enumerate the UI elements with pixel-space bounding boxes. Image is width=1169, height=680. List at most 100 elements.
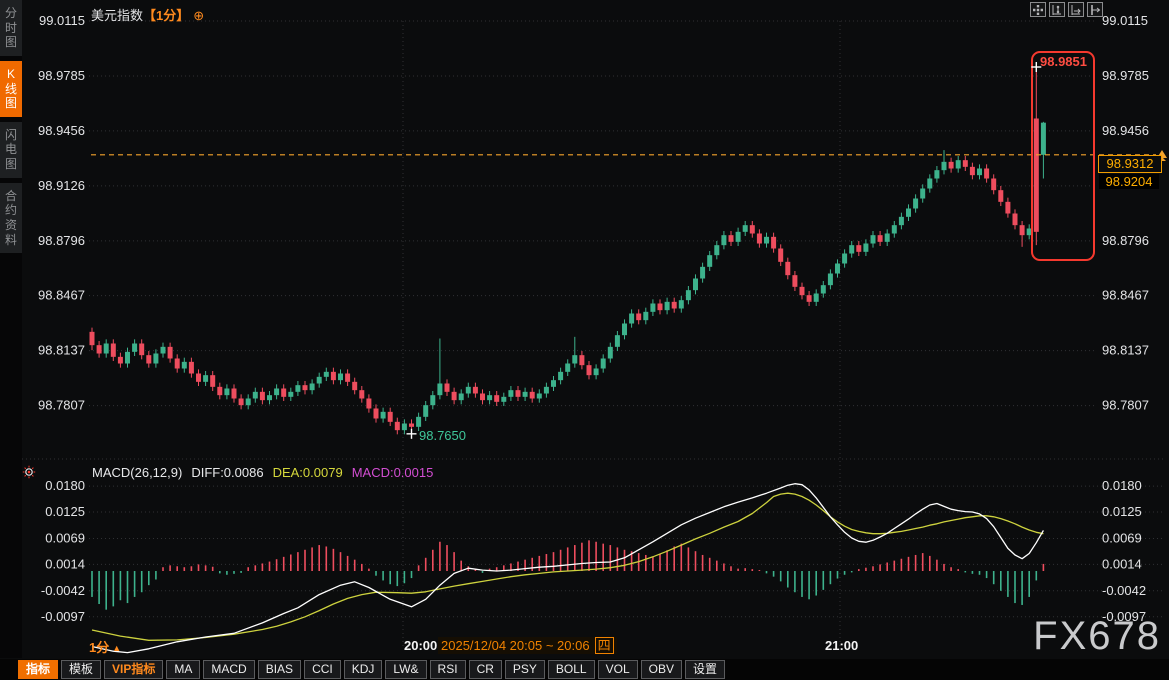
- candle-body: [686, 290, 691, 300]
- scale-horizontal-icon[interactable]: [1068, 2, 1084, 17]
- add-indicator-icon[interactable]: ⊕: [193, 8, 204, 23]
- secondary-price-tag: 98.9204: [1099, 174, 1159, 189]
- sidebar-tab-4[interactable]: 合 约 资 料: [0, 183, 22, 254]
- indicator-toolbar: 指标模板VIP指标MAMACDBIASCCIKDJLW&RSICRPSYBOLL…: [0, 659, 1169, 680]
- candle-body: [565, 364, 570, 372]
- candle-body: [906, 209, 911, 217]
- macd-axis-label-left: 0.0069: [45, 530, 85, 545]
- macd-axis-label-right: 0.0014: [1102, 556, 1142, 571]
- candle-body: [729, 235, 734, 242]
- macd-pane-icon: [25, 475, 26, 476]
- toolbar-button-OBV[interactable]: OBV: [641, 660, 682, 679]
- candle-body: [863, 244, 868, 252]
- candle-body: [303, 385, 308, 390]
- candle-body: [132, 344, 137, 352]
- candle-body: [594, 369, 599, 376]
- price-axis-label-left: 98.8467: [38, 288, 85, 303]
- scale-vertical-icon[interactable]: [1049, 2, 1065, 17]
- candle-body: [445, 384, 450, 392]
- candle-body: [700, 267, 705, 279]
- macd-axis-label-right: -0.0042: [1102, 583, 1146, 598]
- candle-body: [480, 394, 485, 401]
- candle-body: [1034, 119, 1039, 232]
- toolbar-button-VIP指标[interactable]: VIP指标: [104, 660, 163, 679]
- macd-axis-label-left: 0.0180: [45, 478, 85, 493]
- shift-right-icon[interactable]: [1087, 2, 1103, 17]
- price-axis-label-left: 98.8137: [38, 343, 85, 358]
- toolbar-button-设置[interactable]: 设置: [685, 660, 725, 679]
- toolbar-button-RSI[interactable]: RSI: [430, 660, 466, 679]
- toolbar-button-VOL[interactable]: VOL: [598, 660, 638, 679]
- candle-body: [672, 302, 677, 309]
- price-axis-label-right: 98.8137: [1102, 343, 1149, 358]
- toolbar-button-模板[interactable]: 模板: [61, 660, 101, 679]
- candle-body: [771, 237, 776, 249]
- candle-body: [430, 395, 435, 405]
- macd-axis-label-left: -0.0097: [41, 609, 85, 624]
- toolbar-button-CCI[interactable]: CCI: [304, 660, 341, 679]
- candle-body: [1013, 214, 1018, 226]
- interval-tag: 【1分】: [143, 8, 189, 23]
- toolbar-button-MA[interactable]: MA: [166, 660, 200, 679]
- toolbar-button-LW&[interactable]: LW&: [385, 660, 426, 679]
- pan-icon[interactable]: [1030, 2, 1046, 17]
- toolbar-button-MACD[interactable]: MACD: [203, 660, 254, 679]
- toolbar-button-PSY[interactable]: PSY: [505, 660, 545, 679]
- toolbar-button-BOLL[interactable]: BOLL: [548, 660, 595, 679]
- candle-body: [189, 362, 194, 374]
- candle-body: [402, 424, 407, 431]
- candle-body: [714, 245, 719, 255]
- macd-params-label[interactable]: MACD(26,12,9): [92, 465, 182, 480]
- candle-body: [927, 179, 932, 189]
- macd-pane-icon: [28, 471, 31, 474]
- candle-body: [516, 390, 521, 397]
- period-selector[interactable]: 1分▲: [89, 637, 121, 656]
- candle-body: [828, 274, 833, 286]
- price-axis-label-left: 99.0115: [39, 13, 85, 28]
- candle-body: [764, 237, 769, 244]
- high-price-annotation: 98.9851: [1040, 54, 1087, 69]
- candle-body: [295, 385, 300, 392]
- toolbar-button-CR[interactable]: CR: [469, 660, 502, 679]
- sidebar-tab-1[interactable]: 分 时 图: [0, 0, 22, 56]
- candle-body: [374, 409, 379, 419]
- candle-body: [111, 344, 116, 357]
- candle-body: [1041, 123, 1046, 155]
- candle-body: [97, 345, 102, 353]
- candle-body: [743, 225, 748, 232]
- sidebar-tab-2[interactable]: K 线 图: [0, 61, 22, 117]
- candle-body: [281, 389, 286, 397]
- candle-body: [537, 394, 542, 399]
- chart-canvas[interactable]: 99.011598.978598.945698.912698.879698.84…: [0, 0, 1169, 658]
- candle-body: [643, 312, 648, 320]
- candle-body: [338, 374, 343, 381]
- candle-body: [856, 245, 861, 252]
- macd-pane-icon: [32, 468, 33, 469]
- chart-title-bar: 美元指数【1分】 ⊕: [91, 5, 204, 24]
- candle-body: [885, 234, 890, 242]
- symbol-title: 美元指数: [91, 8, 143, 23]
- macd-pane-icon: [32, 475, 33, 476]
- macd-axis-label-left: 0.0014: [45, 556, 85, 571]
- price-axis-label-right: 98.7807: [1102, 398, 1149, 413]
- toolbar-button-KDJ[interactable]: KDJ: [344, 660, 383, 679]
- candle-body: [665, 302, 670, 310]
- candle-body: [310, 384, 315, 391]
- toolbar-button-指标[interactable]: 指标: [18, 660, 58, 679]
- candle-body: [217, 387, 222, 395]
- toolbar-button-BIAS[interactable]: BIAS: [258, 660, 301, 679]
- time-range-tooltip: 2025/12/04 20:05 ~ 20:06四: [438, 637, 617, 654]
- time-axis-label-21: 21:00: [825, 638, 858, 653]
- candle-body: [416, 417, 421, 427]
- candle-body: [90, 332, 95, 345]
- price-axis-label-left: 98.9785: [38, 68, 85, 83]
- candle-body: [991, 179, 996, 191]
- period-selector-label: 1分: [89, 640, 109, 655]
- price-axis-label-left: 98.7807: [38, 398, 85, 413]
- candle-body: [182, 362, 187, 369]
- candle-body: [175, 359, 180, 369]
- sidebar-tab-3[interactable]: 闪 电 图: [0, 122, 22, 178]
- macd-axis-label-right: 0.0125: [1102, 504, 1142, 519]
- macd-axis-label-right: 0.0180: [1102, 478, 1142, 493]
- candle-body: [118, 357, 123, 364]
